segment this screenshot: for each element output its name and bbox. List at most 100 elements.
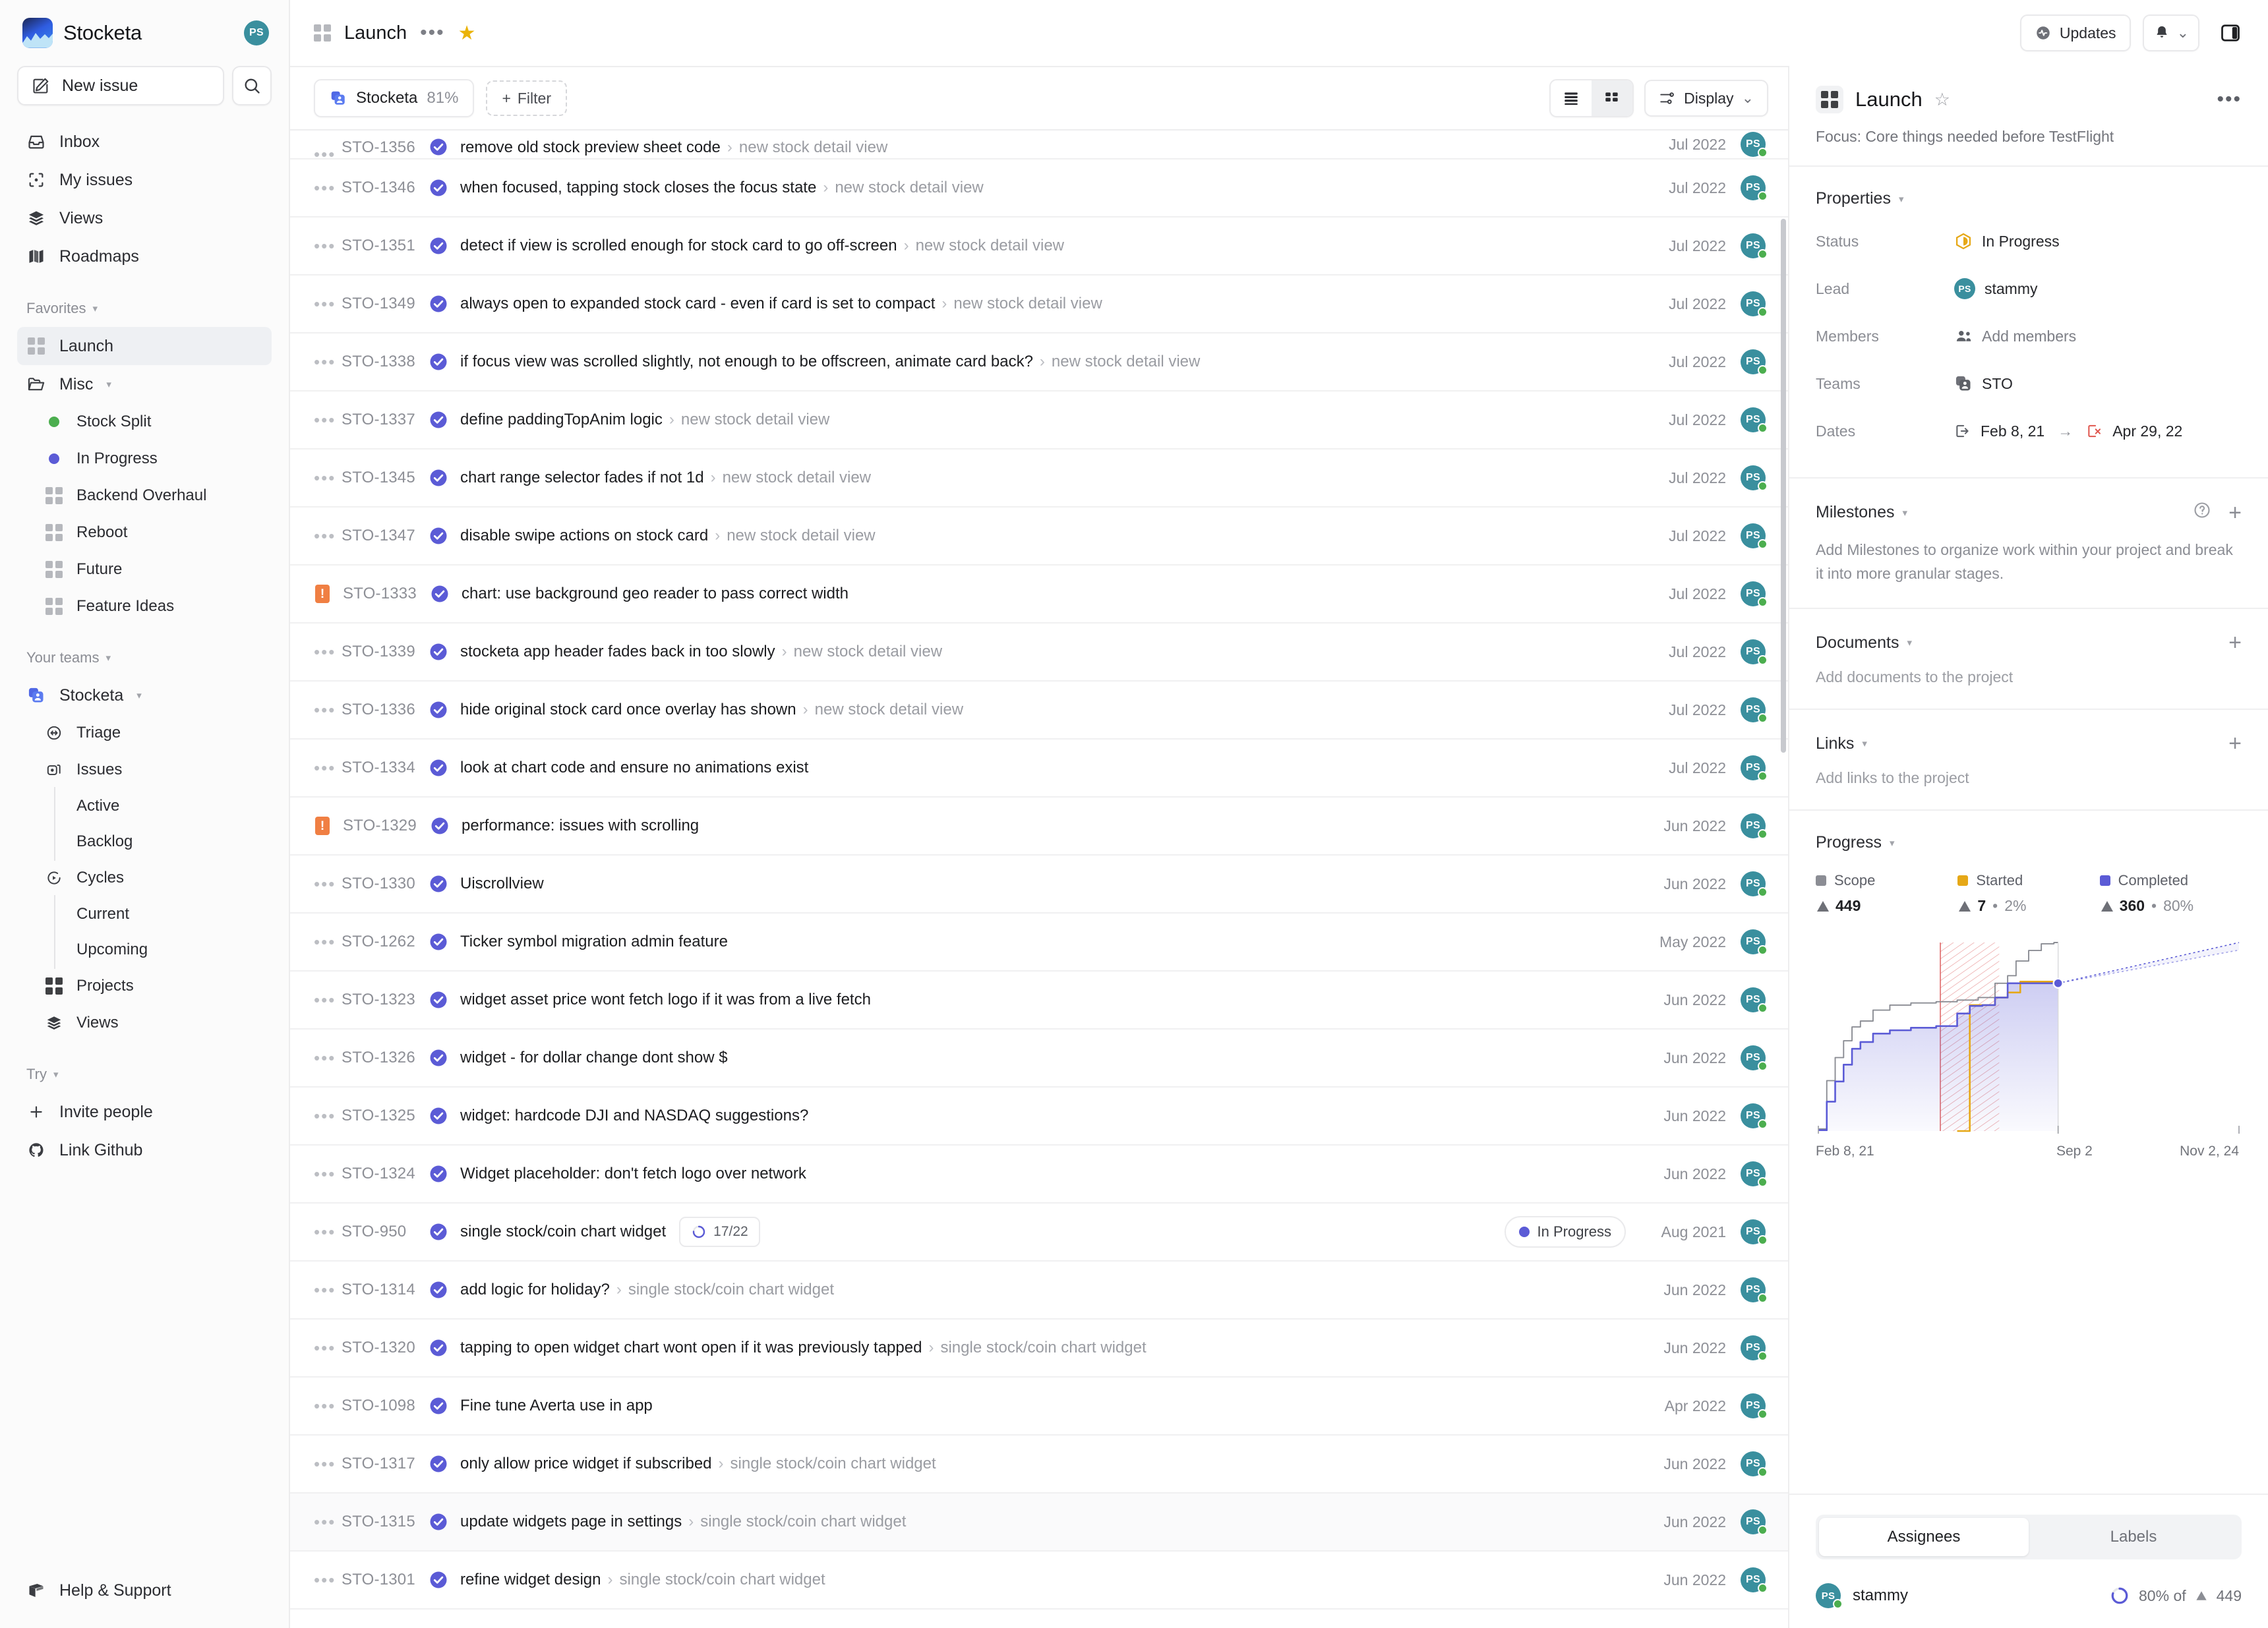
sidebar-item-projects[interactable]: Projects: [17, 968, 272, 1004]
avatar[interactable]: PS: [1741, 1451, 1768, 1477]
priority-none-icon[interactable]: •••: [314, 146, 342, 158]
sub-issue-count[interactable]: 17/22: [679, 1217, 760, 1247]
priority-none-icon[interactable]: •••: [314, 469, 342, 486]
priority-none-icon[interactable]: •••: [314, 1455, 342, 1472]
property-teams[interactable]: Teams STO: [1816, 360, 2242, 407]
priority-none-icon[interactable]: •••: [314, 1397, 342, 1414]
priority-none-icon[interactable]: •••: [314, 1571, 342, 1588]
avatar[interactable]: PS: [1741, 132, 1768, 158]
priority-none-icon[interactable]: •••: [314, 1049, 342, 1066]
add-filter-button[interactable]: + Filter: [486, 80, 567, 116]
priority-none-icon[interactable]: •••: [314, 179, 342, 196]
issue-row[interactable]: ••• STO-1315 update widgets page in settin…: [290, 1494, 1788, 1552]
avatar[interactable]: PS: [1741, 523, 1768, 549]
avatar[interactable]: PS: [244, 20, 269, 45]
add-milestone-button[interactable]: +: [2228, 502, 2242, 524]
avatar[interactable]: PS: [1741, 639, 1768, 665]
milestones-header[interactable]: Milestones ▾ +: [1816, 501, 2242, 524]
issue-row[interactable]: ••• STO-1325 widget: hardcode DJI and NASD…: [290, 1088, 1788, 1146]
issue-row[interactable]: ••• STO-1334 look at chart code and ensure…: [290, 740, 1788, 798]
issue-row[interactable]: ••• STO-1351 detect if view is scrolled en…: [290, 218, 1788, 276]
avatar[interactable]: PS: [1741, 929, 1768, 955]
issue-row[interactable]: ••• STO-1346 when focused, tapping stock c…: [290, 160, 1788, 218]
avatar[interactable]: PS: [1741, 697, 1768, 723]
issue-row[interactable]: ••• STO-1262 Ticker symbol migration admin…: [290, 914, 1788, 972]
sidebar-item-inbox[interactable]: Inbox: [17, 123, 272, 161]
issue-list-scrollbar[interactable]: [1781, 219, 1786, 753]
sidebar-item-issues[interactable]: Issues: [17, 751, 272, 788]
sidebar-item-misc-folder[interactable]: Misc ▾: [17, 365, 272, 403]
avatar[interactable]: PS: [1741, 1219, 1768, 1245]
issue-row[interactable]: ••• STO-1338 if focus view was scrolled sl…: [290, 334, 1788, 392]
priority-none-icon[interactable]: •••: [314, 411, 342, 428]
sidebar-item-link-github[interactable]: Link Github: [17, 1131, 272, 1169]
sidebar-item-reboot[interactable]: Reboot: [17, 514, 272, 551]
avatar[interactable]: PS: [1741, 1567, 1768, 1593]
issue-row[interactable]: ••• STO-1301 refine widget design › single s…: [290, 1552, 1788, 1610]
teams-section-header[interactable]: Your teams ▾: [17, 639, 272, 676]
priority-none-icon[interactable]: •••: [314, 295, 342, 312]
avatar[interactable]: PS: [1741, 1335, 1768, 1361]
right-panel-toggle-button[interactable]: [2211, 15, 2250, 51]
sidebar-item-future[interactable]: Future: [17, 551, 272, 588]
more-dots-icon[interactable]: •••: [2217, 90, 2242, 109]
issue-row[interactable]: ••• STO-1314 add logic for holiday? › single…: [290, 1262, 1788, 1320]
issue-row[interactable]: ••• STO-1336 hide original stock card once…: [290, 682, 1788, 740]
priority-urgent-icon[interactable]: !: [315, 585, 330, 603]
avatar[interactable]: PS: [1741, 1393, 1768, 1419]
links-header[interactable]: Links ▾ +: [1816, 732, 2242, 755]
avatar[interactable]: PS: [1741, 755, 1768, 781]
updates-button[interactable]: Updates: [2019, 15, 2131, 51]
priority-none-icon[interactable]: •••: [314, 1339, 342, 1356]
star-outline-icon[interactable]: ☆: [1934, 90, 1950, 110]
property-status[interactable]: Status In Progress: [1816, 218, 2242, 265]
avatar[interactable]: PS: [1741, 1161, 1768, 1187]
priority-none-icon[interactable]: •••: [314, 933, 342, 950]
priority-none-icon[interactable]: •••: [314, 759, 342, 776]
sidebar-item-invite-people[interactable]: Invite people: [17, 1093, 272, 1131]
avatar[interactable]: PS: [1741, 349, 1768, 375]
priority-none-icon[interactable]: •••: [314, 1165, 342, 1182]
issue-row[interactable]: ••• STO-1356 remove old stock preview shee…: [290, 131, 1788, 160]
new-issue-button[interactable]: New issue: [17, 66, 224, 105]
avatar[interactable]: PS: [1741, 871, 1768, 897]
issue-row[interactable]: ••• STO-1326 widget - for dollar change do…: [290, 1030, 1788, 1088]
issue-row[interactable]: ! STO-1329 performance: issues with scroll…: [290, 798, 1788, 856]
avatar[interactable]: PS: [1741, 1045, 1768, 1071]
property-lead[interactable]: Lead PS stammy: [1816, 265, 2242, 312]
issue-row[interactable]: ••• STO-1345 chart range selector fades if…: [290, 450, 1788, 508]
sidebar-item-active[interactable]: Active: [17, 787, 272, 825]
issue-row[interactable]: ••• STO-1323 widget asset price wont fetch…: [290, 972, 1788, 1030]
sidebar-item-upcoming[interactable]: Upcoming: [17, 931, 272, 969]
add-link-button[interactable]: +: [2228, 732, 2242, 755]
priority-none-icon[interactable]: •••: [314, 237, 342, 254]
assignee-row[interactable]: PS stammy 80% of 449: [1816, 1583, 2242, 1609]
sidebar-item-launch[interactable]: Launch: [17, 327, 272, 365]
sidebar-item-backend-overhaul[interactable]: Backend Overhaul: [17, 477, 272, 514]
try-section-header[interactable]: Try ▾: [17, 1056, 272, 1093]
avatar[interactable]: PS: [1741, 465, 1768, 491]
help-circle-icon[interactable]: [2193, 501, 2211, 524]
avatar[interactable]: PS: [1741, 1509, 1768, 1535]
sidebar-item-team-stocketa[interactable]: Stocketa ▾: [17, 676, 272, 714]
avatar[interactable]: PS: [1741, 233, 1768, 259]
sidebar-item-feature-ideas[interactable]: Feature Ideas: [17, 588, 272, 625]
sidebar-item-roadmaps[interactable]: Roadmaps: [17, 237, 272, 276]
avatar[interactable]: PS: [1741, 175, 1768, 201]
avatar[interactable]: PS: [1741, 987, 1768, 1013]
sidebar-item-help-support[interactable]: Help & Support: [17, 1571, 272, 1610]
documents-header[interactable]: Documents ▾ +: [1816, 631, 2242, 654]
issue-row[interactable]: ••• STO-1098 Fine tune Averta use in app Ap…: [290, 1378, 1788, 1436]
sidebar-item-my-issues[interactable]: My issues: [17, 161, 272, 199]
more-dots-icon[interactable]: •••: [420, 23, 445, 43]
search-button[interactable]: [232, 66, 272, 105]
priority-none-icon[interactable]: •••: [314, 991, 342, 1008]
priority-none-icon[interactable]: •••: [314, 1281, 342, 1298]
sidebar-item-stock-split[interactable]: Stock Split: [17, 403, 272, 440]
board-view-button[interactable]: [1592, 80, 1633, 116]
avatar[interactable]: PS: [1741, 1103, 1768, 1129]
issue-row[interactable]: ! STO-1333 chart: use background geo reade…: [290, 566, 1788, 624]
list-view-button[interactable]: [1551, 80, 1592, 116]
display-button[interactable]: Display ⌄: [1644, 80, 1768, 117]
sidebar-item-team-views[interactable]: Views: [17, 1004, 272, 1041]
